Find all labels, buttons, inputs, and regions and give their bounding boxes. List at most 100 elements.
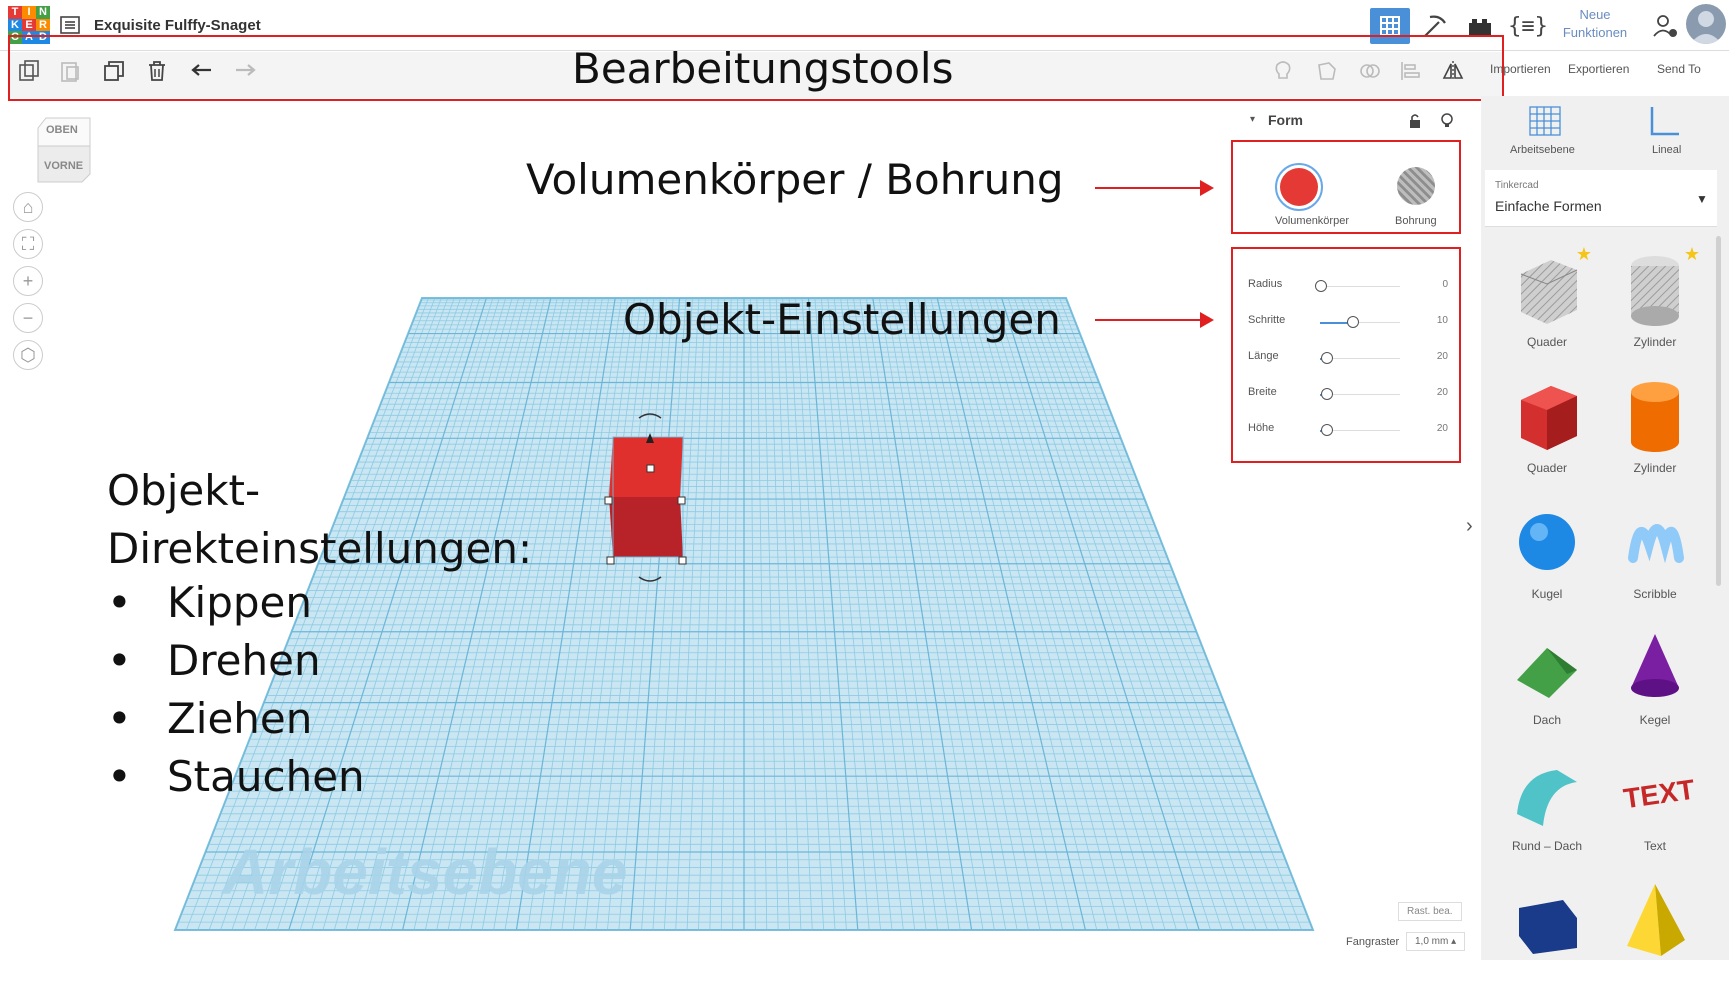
code-blocks-icon[interactable]: {≡}: [1508, 8, 1548, 44]
viewcube-top-label: OBEN: [46, 124, 78, 136]
list-item: Drehen: [107, 632, 365, 690]
collapse-icon[interactable]: ▾: [1250, 114, 1255, 125]
logo-letter: K: [8, 18, 22, 32]
cone-icon: [1631, 634, 1679, 697]
lightbulb-icon[interactable]: [1440, 113, 1454, 129]
property-row-länge[interactable]: Länge 20: [1248, 346, 1448, 372]
list-item: Stauchen: [107, 748, 365, 806]
property-row-schritte[interactable]: Schritte 10: [1248, 310, 1448, 336]
logo-letter: E: [22, 18, 36, 32]
property-slider-knob[interactable]: [1315, 280, 1327, 292]
arrow-to-solid: [1095, 187, 1205, 189]
property-label: Schritte: [1248, 314, 1286, 326]
workplane-label[interactable]: Arbeitsebene: [1510, 144, 1575, 156]
cyl-icon: [1631, 382, 1679, 452]
fit-view-button[interactable]: ⛶: [13, 229, 43, 259]
shape-pyramid[interactable]: [1610, 878, 1700, 988]
property-row-höhe[interactable]: Höhe 20: [1248, 418, 1448, 444]
library-source-label: Tinkercad: [1495, 180, 1539, 191]
shape-label: Quader: [1526, 335, 1568, 349]
property-label: Radius: [1248, 278, 1283, 290]
property-slider-track[interactable]: [1320, 286, 1400, 287]
direct-title-line-1: Objekt-: [107, 466, 261, 515]
direct-title-line-2: Direkteinstellungen:: [107, 524, 533, 573]
home-icon: ⌂: [22, 196, 34, 217]
rotate-handle-top[interactable]: [638, 413, 662, 419]
design-title[interactable]: Exquisite Fulffy-Snaget: [94, 17, 261, 34]
shape-cyl[interactable]: Zylinder: [1610, 374, 1700, 484]
shape-box-hole[interactable]: Quader ★: [1502, 244, 1592, 358]
solid-button[interactable]: [1275, 163, 1323, 211]
list-item: Kippen: [107, 574, 365, 632]
property-label: Länge: [1248, 350, 1279, 362]
snap-grid-select[interactable]: 1,0 mm ▴: [1406, 932, 1466, 951]
chevron-down-icon[interactable]: ▼: [1696, 192, 1708, 206]
logo-letter: R: [36, 18, 50, 32]
panel-toggle-chevron-icon[interactable]: ›: [1466, 515, 1473, 538]
shape-scribble[interactable]: Scribble: [1610, 500, 1700, 610]
send-to-button[interactable]: Send To: [1657, 62, 1701, 76]
zoom-out-button[interactable]: −: [13, 303, 43, 333]
height-handle[interactable]: [646, 464, 655, 473]
shape-prism[interactable]: [1502, 878, 1592, 988]
home-view-button[interactable]: ⌂: [13, 192, 43, 222]
shape-label: Dach: [1532, 713, 1561, 727]
workplane-icon[interactable]: [1527, 104, 1563, 138]
shape-label: Rund – Dach: [1511, 839, 1583, 853]
avatar[interactable]: [1686, 4, 1726, 44]
property-value[interactable]: 20: [1437, 351, 1448, 362]
new-features-link[interactable]: Neue Funktionen: [1560, 6, 1630, 42]
rotate-handle-bottom[interactable]: [638, 576, 662, 582]
lock-icon[interactable]: [1408, 113, 1422, 129]
shape-box[interactable]: Quader: [1502, 374, 1592, 484]
export-button[interactable]: Exportieren: [1568, 62, 1629, 76]
shape-text[interactable]: TEXT Text: [1610, 752, 1700, 862]
shape-roof[interactable]: Dach: [1502, 626, 1592, 736]
property-value[interactable]: 20: [1437, 387, 1448, 398]
viewcube-front-label: VORNE: [44, 160, 84, 172]
workplane-watermark: Arbeitsebene: [222, 836, 628, 908]
shape-label: Kegel: [1639, 713, 1671, 727]
fit-icon: ⛶: [21, 233, 35, 254]
shape-cyl-hole[interactable]: Zylinder ★: [1610, 244, 1700, 358]
add-user-button[interactable]: [1645, 8, 1685, 44]
hole-label: Bohrung: [1395, 215, 1437, 227]
perspective-button[interactable]: ⬡: [13, 340, 43, 370]
property-slider-knob[interactable]: [1321, 352, 1334, 364]
hole-button[interactable]: [1397, 167, 1435, 205]
ruler-label[interactable]: Lineal: [1652, 144, 1681, 156]
inspector-title: Form: [1268, 112, 1303, 128]
property-slider-knob[interactable]: [1321, 424, 1334, 436]
design-list-icon[interactable]: [60, 15, 80, 35]
shape-cone[interactable]: Kegel: [1610, 626, 1700, 736]
annotation-object-settings: Objekt-Einstellungen: [623, 295, 1061, 344]
snap-grid-label: Fangraster: [1346, 936, 1400, 948]
property-value[interactable]: 20: [1437, 423, 1448, 434]
shape-sphere[interactable]: Kugel: [1502, 500, 1592, 610]
arrowhead-icon: [1200, 180, 1214, 196]
shape-roundroof[interactable]: Rund – Dach: [1502, 752, 1592, 862]
roof-icon: [1517, 648, 1577, 698]
panel-scrollbar[interactable]: [1716, 236, 1721, 586]
arrow-to-settings: [1095, 319, 1205, 321]
property-slider-knob[interactable]: [1321, 388, 1334, 400]
property-value[interactable]: 10: [1437, 315, 1448, 326]
minus-icon: −: [22, 307, 34, 328]
import-button[interactable]: Importieren: [1490, 62, 1551, 76]
ruler-icon[interactable]: [1646, 104, 1682, 138]
zoom-in-button[interactable]: +: [13, 266, 43, 296]
box-icon: [1521, 386, 1577, 450]
property-row-breite[interactable]: Breite 20: [1248, 382, 1448, 408]
property-slider-knob[interactable]: [1347, 316, 1359, 328]
selected-box-object[interactable]: [595, 405, 715, 590]
roundroof-icon: [1517, 770, 1577, 826]
plus-icon: +: [22, 270, 34, 291]
edit-grid-button[interactable]: Rast. bea.: [1398, 902, 1462, 921]
star-icon: ★: [1575, 244, 1592, 264]
library-name: Einfache Formen: [1495, 198, 1602, 214]
property-row-radius[interactable]: Radius 0: [1248, 274, 1448, 300]
shape-label: Quader: [1526, 461, 1568, 475]
shape-label: Kugel: [1531, 587, 1563, 601]
shape-label: Zylinder: [1633, 461, 1677, 475]
property-value[interactable]: 0: [1442, 279, 1448, 290]
